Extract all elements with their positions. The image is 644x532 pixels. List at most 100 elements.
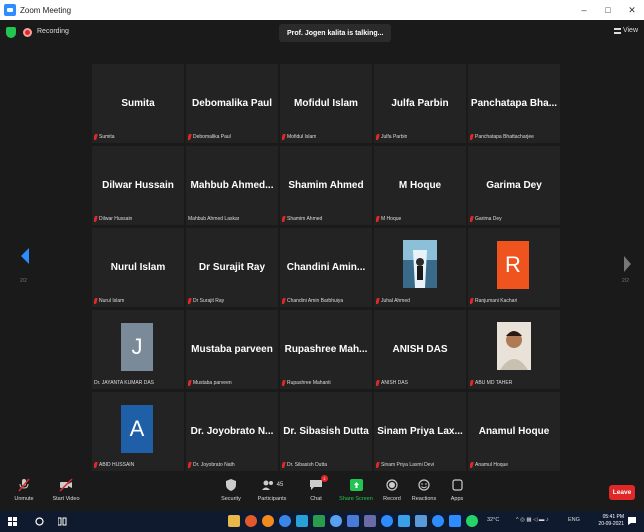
participant-name: Dr. Sibasish Dutta: [283, 426, 369, 437]
start-video-button[interactable]: Start Video: [46, 478, 86, 502]
share-screen-button[interactable]: Share Screen: [336, 478, 376, 502]
muted-mic-icon: [94, 462, 98, 468]
participant-footer: Garima Dey: [470, 216, 502, 222]
chat-badge: 1: [321, 475, 328, 482]
avatar: R: [497, 241, 529, 289]
taskbar-app-icon[interactable]: [449, 515, 461, 527]
participant-tile[interactable]: M Hoque M Hoque: [374, 146, 466, 225]
view-button[interactable]: View: [613, 27, 638, 34]
participant-tile[interactable]: Dr. Sibasish Dutta Dr. Sibasish Dutta: [280, 392, 372, 471]
participant-footer-label: Shamim Ahmed: [287, 216, 323, 222]
meeting-topbar: Recording Prof. Jogen kalita is talking.…: [0, 20, 644, 46]
participant-tile[interactable]: Juhal Ahmed: [374, 228, 466, 307]
taskbar-app-icon[interactable]: [279, 515, 291, 527]
muted-mic-icon: [470, 216, 474, 222]
participant-tile[interactable]: R Ranjumani Kachari: [468, 228, 560, 307]
participant-tile[interactable]: Anamul Hoque Anamul Hoque: [468, 392, 560, 471]
muted-mic-icon: [282, 380, 286, 386]
chat-label: Chat: [310, 496, 322, 502]
participant-tile[interactable]: Garima Dey Garima Dey: [468, 146, 560, 225]
share-screen-label: Share Screen: [339, 496, 373, 502]
shield-icon[interactable]: [6, 27, 16, 38]
profile-photo: [403, 240, 437, 288]
muted-mic-icon: [376, 216, 380, 222]
participant-tile[interactable]: Julfa Parbin Julfa Parbin: [374, 64, 466, 143]
clock[interactable]: 05:41 PM 20-09-2021: [598, 514, 624, 528]
taskbar-app-icon[interactable]: [415, 515, 427, 527]
muted-mic-icon: [188, 380, 192, 386]
taskbar-app-icon[interactable]: [347, 515, 359, 527]
chat-button[interactable]: 1 Chat: [296, 475, 336, 502]
window-title: Zoom Meeting: [20, 5, 72, 15]
participant-tile[interactable]: Mofidul Islam Mofidul Islam: [280, 64, 372, 143]
taskbar-app-icon[interactable]: [296, 515, 308, 527]
apps-label: Apps: [450, 496, 464, 502]
share-screen-icon: [349, 479, 363, 491]
security-label: Security: [221, 496, 241, 502]
participant-tile[interactable]: Sumita Sumita: [92, 64, 184, 143]
participant-tile[interactable]: Debomalika Paul Debomalika Paul: [186, 64, 278, 143]
participant-tile[interactable]: Dr Surajit Ray Dr Surajit Ray: [186, 228, 278, 307]
taskbar-app-icon[interactable]: [262, 515, 274, 527]
participant-footer-label: Rupashree Mahanti: [287, 380, 331, 386]
taskbar-app-icon[interactable]: [381, 515, 393, 527]
maximize-button[interactable]: □: [596, 0, 620, 20]
participant-tile[interactable]: Chandini Amin... Chandini Amin Barbhuiya: [280, 228, 372, 307]
participant-footer: M Hoque: [376, 216, 401, 222]
taskbar-app-icon[interactable]: [228, 515, 240, 527]
participant-footer-label: Sinam Priya Laxmi Devi: [381, 462, 435, 468]
participants-button[interactable]: 45 Participants: [252, 478, 292, 502]
participant-footer-label: Debomalika Paul: [193, 134, 231, 140]
participant-name: Mofidul Islam: [294, 98, 358, 109]
taskbar-app-icon[interactable]: [330, 515, 342, 527]
participant-footer-label: Dr. Joyobrato Nath: [193, 462, 235, 468]
participant-tile[interactable]: Mahbub Ahmed... Mahbub Ahmed Laskar: [186, 146, 278, 225]
participant-tile[interactable]: Dilwar Hussain Dilwar Hussain: [92, 146, 184, 225]
record-icon: [386, 479, 398, 491]
participant-name: Dilwar Hussain: [102, 180, 174, 191]
recording-icon[interactable]: [23, 28, 32, 37]
participant-tile[interactable]: Nurul Islam Nurul Islam: [92, 228, 184, 307]
previous-page-arrow-icon[interactable]: [21, 248, 29, 264]
participant-tile[interactable]: Sinam Priya Lax... Sinam Priya Laxmi Devi: [374, 392, 466, 471]
participant-footer: Debomalika Paul: [188, 134, 231, 140]
participant-footer-label: Chandini Amin Barbhuiya: [287, 298, 344, 304]
participant-name: Sumita: [121, 98, 155, 109]
participant-tile[interactable]: Rupashree Mah... Rupashree Mahanti: [280, 310, 372, 389]
language-indicator[interactable]: ENG: [568, 517, 580, 523]
taskbar-app-icon[interactable]: [313, 515, 325, 527]
participant-tile[interactable]: A ABID HUSSAIN: [92, 392, 184, 471]
leave-button[interactable]: Leave: [609, 485, 635, 500]
participants-count: 45: [276, 482, 284, 488]
participant-tile[interactable]: J Dr. JAYANTA KUMAR DAS: [92, 310, 184, 389]
next-page-arrow-icon[interactable]: [624, 256, 631, 272]
whatsapp-taskbar-icon[interactable]: [466, 515, 478, 527]
muted-mic-icon: [282, 298, 286, 304]
avatar: A: [121, 405, 153, 453]
tray-icons[interactable]: ^ ◎ ▦ ◁ ▬ ♪: [516, 517, 549, 523]
taskbar-app-icon[interactable]: [398, 515, 410, 527]
recording-label: Recording: [37, 28, 69, 35]
participant-tile[interactable]: Panchatapa Bha... Panchatapa Bhattacharje…: [468, 64, 560, 143]
page-indicator-right: 2/2: [622, 278, 629, 284]
security-button[interactable]: Security: [211, 478, 251, 502]
taskbar-app-icon[interactable]: [245, 515, 257, 527]
participant-tile[interactable]: Mustaba parveen Mustaba parveen: [186, 310, 278, 389]
apps-button[interactable]: Apps: [437, 478, 477, 502]
participant-tile[interactable]: Dr. Joyobrato N... Dr. Joyobrato Nath: [186, 392, 278, 471]
minimize-button[interactable]: –: [572, 0, 596, 20]
muted-mic-icon: [376, 298, 380, 304]
participant-tile[interactable]: ANISH DAS ANISH DAS: [374, 310, 466, 389]
unmute-button[interactable]: Unmute: [4, 478, 44, 502]
participant-footer: Mustaba parveen: [188, 380, 232, 386]
participant-footer: Julfa Parbin: [376, 134, 407, 140]
participant-name: Mahbub Ahmed...: [190, 180, 274, 191]
participant-tile[interactable]: Shamim Ahmed Shamim Ahmed: [280, 146, 372, 225]
participant-tile[interactable]: ABU MD TAHER: [468, 310, 560, 389]
participant-name: Debomalika Paul: [191, 98, 273, 109]
taskbar-app-icon[interactable]: [364, 515, 376, 527]
participant-name: Julfa Parbin: [391, 98, 449, 109]
muted-mic-icon: [282, 216, 286, 222]
zoom-taskbar-icon[interactable]: [432, 515, 444, 527]
close-button[interactable]: ✕: [620, 0, 644, 20]
